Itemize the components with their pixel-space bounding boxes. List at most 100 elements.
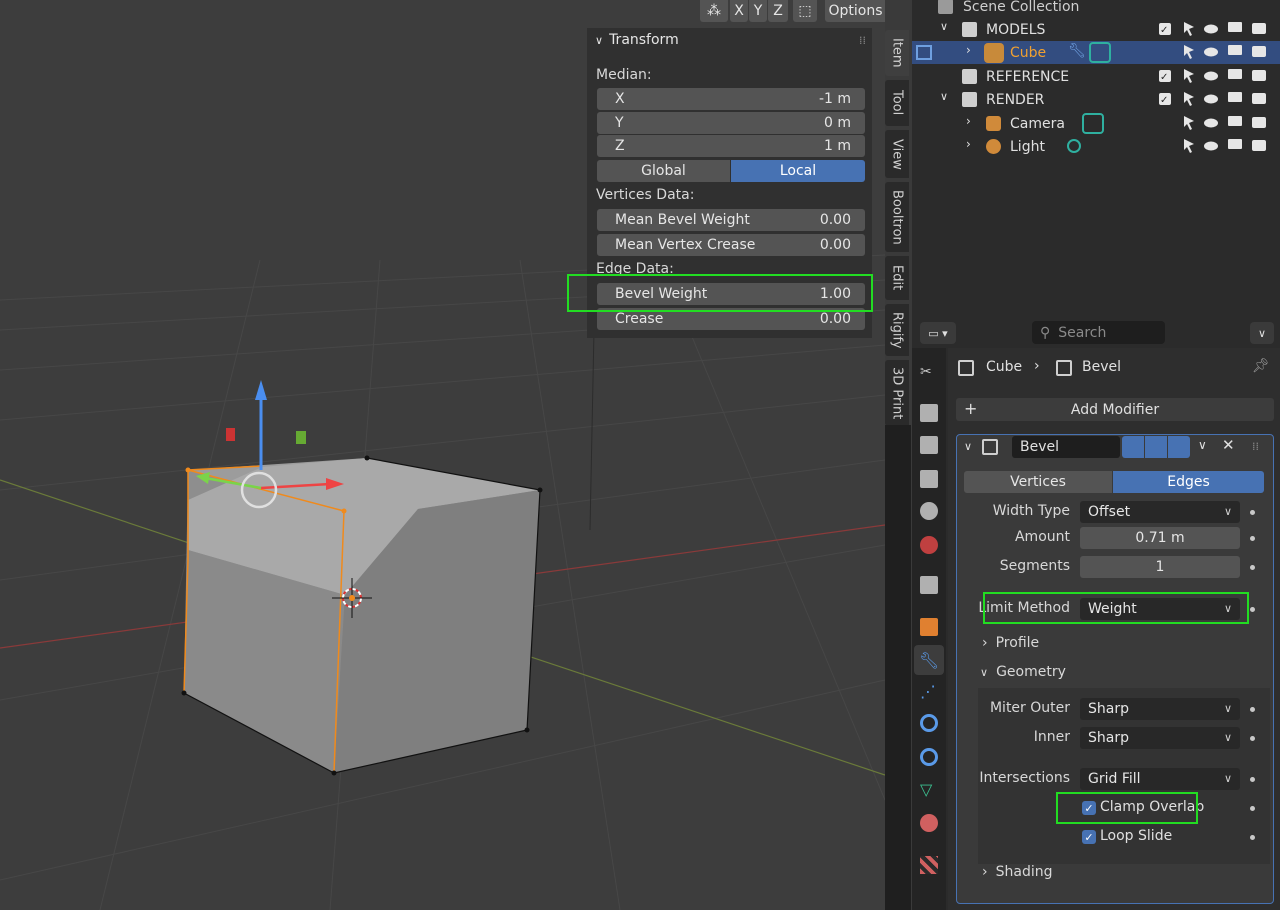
wrench-icon[interactable]: 🔧︎ bbox=[1068, 43, 1086, 59]
tab-vertices[interactable]: Vertices bbox=[964, 471, 1112, 493]
3d-viewport[interactable]: ⁂ X Y Z ⬚ Options▾ ∨ Transform ⁞⁞ Median… bbox=[0, 0, 885, 910]
search-input[interactable]: ⚲ Search bbox=[1032, 321, 1165, 344]
tool-icon[interactable]: ✂ bbox=[920, 364, 938, 382]
texture-icon[interactable] bbox=[920, 856, 938, 874]
median-y-field[interactable]: Y0 m bbox=[597, 112, 865, 134]
options-dropdown[interactable]: ∨ bbox=[1250, 322, 1274, 344]
camera-object-icon bbox=[986, 116, 1001, 131]
keyframe-dot-icon[interactable] bbox=[1250, 835, 1255, 840]
collection-icon bbox=[962, 22, 977, 37]
chevron-right-icon: › bbox=[982, 635, 988, 651]
camera-data-icon[interactable] bbox=[1082, 113, 1104, 134]
modifier-icon bbox=[1056, 360, 1072, 376]
chevron-right-icon[interactable]: › bbox=[966, 43, 971, 57]
search-icon: ⚲ bbox=[1040, 324, 1051, 341]
miter-outer-dropdown[interactable]: Sharp ∨ bbox=[1080, 698, 1240, 720]
material-icon[interactable] bbox=[920, 814, 938, 832]
tab-view[interactable]: View bbox=[885, 130, 909, 178]
modifier-name-field[interactable]: Bevel bbox=[1012, 436, 1120, 458]
object-icon[interactable] bbox=[920, 618, 938, 636]
chevron-down-icon[interactable]: ∨ bbox=[940, 90, 948, 103]
chevron-right-icon[interactable]: › bbox=[966, 137, 971, 151]
view-layer-icon[interactable] bbox=[920, 470, 938, 488]
chevron-down-icon[interactable]: ∨ bbox=[964, 440, 972, 453]
svg-text:✓: ✓ bbox=[1160, 25, 1168, 36]
mesh-object-icon bbox=[984, 43, 1004, 63]
mean-vertex-crease-field[interactable]: Mean Vertex Crease 0.00 bbox=[597, 234, 865, 256]
amount-label: Amount bbox=[1014, 529, 1070, 545]
keyframe-dot-icon[interactable] bbox=[1250, 806, 1255, 811]
keyframe-dot-icon[interactable] bbox=[1250, 777, 1255, 782]
plus-icon: + bbox=[964, 399, 978, 418]
options-dropdown[interactable]: Options▾ bbox=[825, 0, 885, 22]
mirror-z-toggle[interactable]: Z bbox=[768, 0, 788, 22]
keyframe-dot-icon[interactable] bbox=[1250, 607, 1255, 612]
constraints-icon[interactable] bbox=[920, 748, 938, 766]
pin-icon[interactable]: 📌︎ bbox=[1252, 358, 1270, 374]
keyframe-dot-icon[interactable] bbox=[1250, 736, 1255, 741]
viewport-toggle-icon[interactable] bbox=[1145, 436, 1167, 458]
modifier-wrench-icon[interactable]: 🔧︎ bbox=[914, 645, 944, 675]
local-toggle[interactable]: Local bbox=[731, 160, 865, 182]
edit-mode-icon[interactable] bbox=[916, 45, 932, 60]
shading-subpanel[interactable]: › Shading bbox=[982, 864, 1052, 880]
close-icon[interactable]: ✕ bbox=[1222, 436, 1235, 454]
physics-icon[interactable] bbox=[920, 714, 938, 732]
miter-outer-label: Miter Outer bbox=[989, 700, 1070, 716]
light-data-icon[interactable] bbox=[1067, 139, 1081, 153]
add-modifier-button[interactable]: + Add Modifier bbox=[956, 398, 1274, 421]
output-icon[interactable] bbox=[920, 436, 938, 454]
svg-text:✓: ✓ bbox=[1160, 72, 1168, 83]
outliner-empty-area[interactable] bbox=[912, 157, 1280, 318]
drag-handle-icon[interactable]: ⁞⁞ bbox=[1252, 440, 1259, 453]
scene-icon[interactable] bbox=[920, 502, 938, 520]
transform-header[interactable]: ∨ Transform bbox=[595, 32, 679, 48]
editor-type-dropdown[interactable]: ▭ ▾ bbox=[920, 322, 956, 344]
tab-edit[interactable]: Edit bbox=[885, 256, 909, 300]
mesh-data-icon[interactable] bbox=[1089, 42, 1111, 63]
geometry-subpanel[interactable]: ∨ Geometry bbox=[980, 664, 1066, 680]
tab-3d-print[interactable]: 3D Print bbox=[885, 360, 909, 426]
render-toggle-icon[interactable] bbox=[1168, 436, 1190, 458]
median-x-field[interactable]: X -1 m bbox=[597, 88, 865, 110]
render-icon[interactable] bbox=[920, 404, 938, 422]
median-z-field[interactable]: Z1 m bbox=[597, 135, 865, 157]
keyframe-dot-icon[interactable] bbox=[1250, 510, 1255, 515]
profile-subpanel[interactable]: › Profile bbox=[982, 635, 1039, 651]
intersections-dropdown[interactable]: Grid Fill ∨ bbox=[1080, 768, 1240, 790]
tab-booltron[interactable]: Booltron bbox=[885, 182, 909, 252]
auto-merge-icon[interactable]: ⬚ bbox=[793, 0, 817, 22]
svg-text:✓: ✓ bbox=[1160, 95, 1168, 106]
mean-bevel-weight-field[interactable]: Mean Bevel Weight 0.00 bbox=[597, 209, 865, 231]
mirror-x-toggle[interactable]: X bbox=[730, 0, 748, 22]
keyframe-dot-icon[interactable] bbox=[1250, 536, 1255, 541]
tab-item[interactable]: Item bbox=[885, 30, 909, 76]
chevron-right-icon[interactable]: › bbox=[966, 114, 971, 128]
particles-icon[interactable]: ⋰ bbox=[920, 682, 938, 701]
chevron-down-icon: ∨ bbox=[595, 33, 604, 47]
edit-mode-toggle-icon[interactable] bbox=[1122, 436, 1144, 458]
inner-dropdown[interactable]: Sharp ∨ bbox=[1080, 727, 1240, 749]
mirror-y-toggle[interactable]: Y bbox=[749, 0, 767, 22]
collection-icon[interactable] bbox=[920, 576, 938, 594]
chevron-down-icon[interactable]: ∨ bbox=[1198, 438, 1207, 452]
outliner-row-scene-collection[interactable]: Scene Collection bbox=[912, 0, 1280, 18]
chevron-down-icon[interactable]: ∨ bbox=[940, 20, 948, 33]
keyframe-dot-icon[interactable] bbox=[1250, 707, 1255, 712]
width-type-dropdown[interactable]: Offset ∨ bbox=[1080, 501, 1240, 523]
tab-rigify[interactable]: Rigify bbox=[885, 304, 909, 356]
keyframe-dot-icon[interactable] bbox=[1250, 565, 1255, 570]
tab-tool[interactable]: Tool bbox=[885, 80, 909, 126]
light-object-icon bbox=[986, 139, 1001, 154]
drag-handle-icon[interactable]: ⁞⁞ bbox=[859, 34, 866, 47]
mesh-data-icon[interactable]: ▽ bbox=[920, 780, 938, 799]
global-toggle[interactable]: Global bbox=[597, 160, 730, 182]
loop-slide-checkbox[interactable]: ✓ bbox=[1082, 830, 1096, 844]
segments-field[interactable]: 1 bbox=[1080, 556, 1240, 578]
properties-editor: ▭ ▾ ⚲ Search ∨ ✂ 🔧︎ ⋰ ▽ Cube › Bevel 📌︎ … bbox=[912, 318, 1280, 910]
tab-edges[interactable]: Edges bbox=[1113, 471, 1264, 493]
inner-label: Inner bbox=[1033, 729, 1070, 745]
amount-field[interactable]: 0.71 m bbox=[1080, 527, 1240, 549]
snap-icon[interactable]: ⁂ bbox=[700, 0, 728, 22]
world-icon[interactable] bbox=[920, 536, 938, 554]
